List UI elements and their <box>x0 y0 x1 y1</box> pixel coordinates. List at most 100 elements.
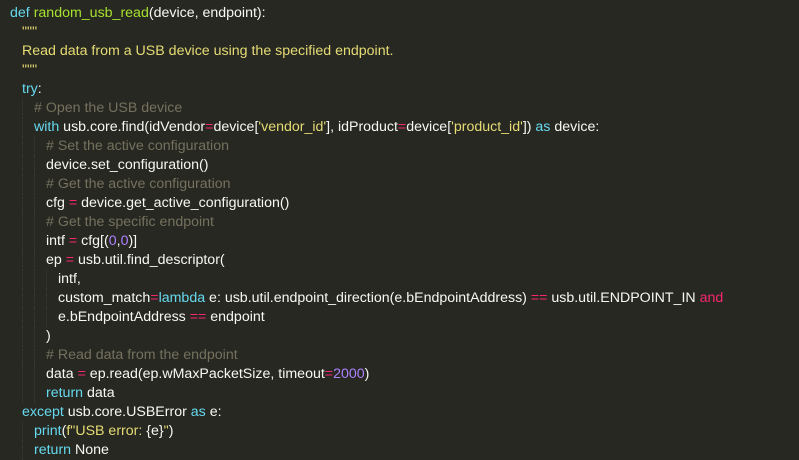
code-text: usb.core.find(idVendor <box>59 119 206 135</box>
indent-guide <box>22 99 23 118</box>
operator: == <box>189 309 207 325</box>
indent-guide <box>22 346 23 365</box>
comment: # Get the active configuration <box>46 176 231 192</box>
code-line-6: # Open the USB device <box>0 99 799 118</box>
indent-guide <box>22 289 23 308</box>
keyword: with <box>34 119 60 135</box>
indent-guide <box>46 270 47 289</box>
code-line-23: print(f"USB error: {e}") <box>0 422 799 441</box>
comment: # Set the active configuration <box>46 138 229 154</box>
indent-guide <box>22 270 23 289</box>
indent-guide <box>22 327 23 346</box>
indent-guide <box>22 175 23 194</box>
indent-guide <box>22 232 23 251</box>
code-line-15: intf, <box>0 270 799 289</box>
code-text: device[ <box>213 119 259 135</box>
code-line-8: # Set the active configuration <box>0 137 799 156</box>
indent-guide <box>46 289 47 308</box>
code-text: ep.read(ep.wMaxPacketSize, timeout <box>85 366 325 382</box>
code-text: device[ <box>406 119 452 135</box>
indent-guide <box>34 194 35 213</box>
comment: # Open the USB device <box>34 100 183 116</box>
operator: = <box>397 119 407 135</box>
docstring: """ <box>22 24 38 40</box>
code-text: intf, <box>58 271 81 287</box>
code-line-16: custom_match=lambda e: usb.util.endpoint… <box>0 289 799 308</box>
indent-guide <box>34 251 35 270</box>
indent-guide <box>34 384 35 403</box>
operator: = <box>324 366 334 382</box>
operator: = <box>68 233 78 249</box>
code-text: custom_match <box>58 290 151 306</box>
operator: = <box>77 366 86 382</box>
code-line-14: ep = usb.util.find_descriptor( <box>0 251 799 270</box>
indent-guide <box>46 308 47 327</box>
code-text: data <box>46 366 78 382</box>
operator: = <box>65 252 75 268</box>
keyword: as <box>535 119 551 135</box>
code-text: (device, endpoint): <box>148 5 266 21</box>
indent-guide <box>22 384 23 403</box>
code-text: None <box>71 442 109 458</box>
indent-guide <box>34 327 35 346</box>
code-text: e: <box>205 404 222 420</box>
indent-guide <box>34 213 35 232</box>
indent-guide <box>22 422 23 441</box>
code-line-2: """ <box>0 23 799 42</box>
indent-guide <box>34 156 35 175</box>
number-literal: 2000 <box>333 366 365 382</box>
code-text: ep <box>46 252 66 268</box>
function-name: random_usb_read <box>33 5 149 21</box>
code-text: : <box>37 81 42 97</box>
code-text: ) <box>168 423 174 439</box>
string-literal: f"USB error: <box>66 423 147 439</box>
code-text: )] <box>128 233 138 249</box>
builtin-function: print <box>34 423 62 439</box>
code-line-22: except usb.core.USBError as e: <box>0 403 799 422</box>
keyword: def <box>10 5 30 21</box>
code-line-11: cfg = device.get_active_configuration() <box>0 194 799 213</box>
indent-guide <box>22 156 23 175</box>
indent-guide <box>22 194 23 213</box>
indent-guide <box>34 365 35 384</box>
indent-guide <box>22 251 23 270</box>
keyword: return <box>46 385 84 401</box>
indent-guide <box>22 137 23 156</box>
indent-guide <box>22 118 23 137</box>
indent-guide <box>22 365 23 384</box>
indent-guide <box>34 289 35 308</box>
indent-guide <box>34 308 35 327</box>
code-line-7: with usb.core.find(idVendor=device['vend… <box>0 118 799 137</box>
operator: = <box>150 290 159 306</box>
code-text: data <box>83 385 115 401</box>
code-text: cfg <box>46 195 69 211</box>
code-text: cfg[( <box>77 233 109 249</box>
code-editor[interactable]: def random_usb_read(device, endpoint): "… <box>0 0 799 460</box>
code-line-19: # Read data from the endpoint <box>0 346 799 365</box>
code-text: ], idProduct <box>326 119 398 135</box>
code-line-9: device.set_configuration() <box>0 156 799 175</box>
code-text: usb.util.find_descriptor( <box>74 252 225 268</box>
code-text: usb.util.ENDPOINT_IN <box>547 290 700 306</box>
keyword: as <box>190 404 206 420</box>
docstring: Read data from a USB device using the sp… <box>22 43 394 59</box>
code-line-1: def random_usb_read(device, endpoint): <box>0 4 799 23</box>
operator: = <box>68 195 78 211</box>
code-line-5: try: <box>0 80 799 99</box>
code-text: {e} <box>146 423 164 439</box>
code-line-17: e.bEndpointAddress == endpoint <box>0 308 799 327</box>
code-line-24: return None <box>0 441 799 460</box>
code-text: device: <box>550 119 600 135</box>
indent-guide <box>34 175 35 194</box>
docstring: """ <box>22 62 38 78</box>
string-literal: 'product_id' <box>451 119 523 135</box>
code-line-18: ) <box>0 327 799 346</box>
code-line-3: Read data from a USB device using the sp… <box>0 42 799 61</box>
code-text: e.bEndpointAddress <box>58 309 190 325</box>
indent-guide <box>34 137 35 156</box>
comment: # Read data from the endpoint <box>46 347 238 363</box>
comment: # Get the specific endpoint <box>46 214 214 230</box>
operator: == <box>530 290 548 306</box>
code-line-20: data = ep.read(ep.wMaxPacketSize, timeou… <box>0 365 799 384</box>
indent-guide <box>22 308 23 327</box>
